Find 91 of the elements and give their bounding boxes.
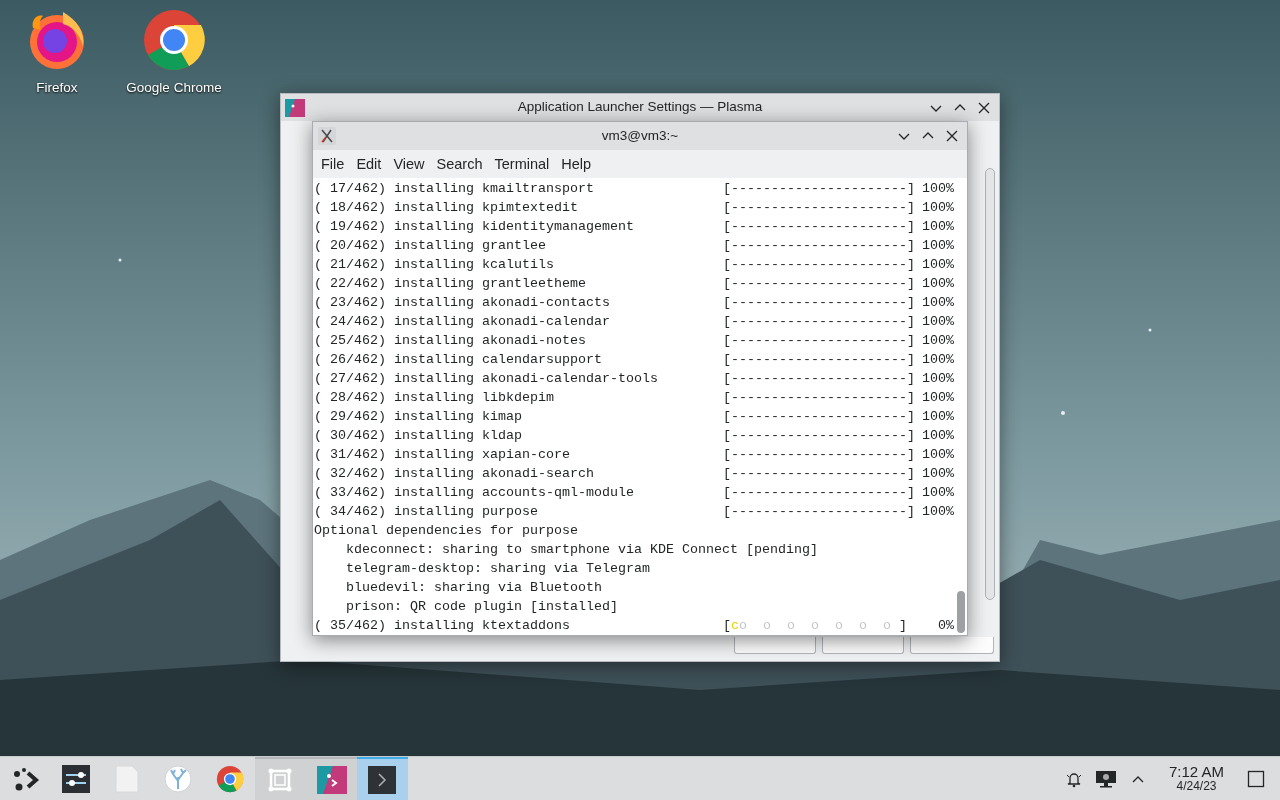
window-title: Application Launcher Settings — Plasma <box>516 98 764 117</box>
progress-dots: o o o o o o o <box>739 617 892 635</box>
terminal-line: ( 22/462) installing grantleetheme <box>314 275 587 293</box>
terminal-line: ( 24/462) installing akonadi-calendar <box>314 313 611 331</box>
progress-percent: 100% <box>921 370 954 388</box>
clock-date[interactable]: 4/24/23 <box>1176 780 1217 793</box>
terminal-line: ( 18/462) installing kpimtextedit <box>314 199 579 217</box>
scrollbar-thumb[interactable] <box>957 591 965 633</box>
progress-percent: 100% <box>921 237 954 255</box>
terminal-line: ( 32/462) installing akonadi-search <box>314 465 595 483</box>
progress-percent: 100% <box>921 465 954 483</box>
clock-time[interactable]: 7:12 AM <box>1168 764 1224 781</box>
progress-percent: 100% <box>921 275 954 293</box>
progress-bar-text: [----------------------] <box>723 256 915 274</box>
progress-bar-text: [----------------------] <box>723 389 915 407</box>
app-icon <box>285 98 305 117</box>
progress-marker: c <box>731 618 739 633</box>
bracket: [ <box>723 618 731 633</box>
progress-percent: 100% <box>921 332 954 350</box>
menu-item[interactable]: Help <box>555 150 598 178</box>
progress-bar-text: [----------------------] <box>723 370 915 388</box>
bracket: ] <box>899 618 907 633</box>
chrome-icon[interactable] <box>142 8 206 72</box>
progress-bar-text: [----------------------] <box>723 199 915 217</box>
terminal-line: ( 21/462) installing kcalutils <box>314 256 555 274</box>
menu-item[interactable]: Edit <box>350 150 388 178</box>
terminal-line: ( 35/462) installing ktextaddons <box>314 617 571 635</box>
progress-bar-text: [----------------------] <box>723 180 915 198</box>
terminal-line: ( 29/462) installing kimap <box>314 408 523 426</box>
terminal-line: ( 34/462) installing purpose <box>314 503 539 521</box>
progress-bar-text: [----------------------] <box>723 313 915 331</box>
terminal-app-icon <box>318 127 336 145</box>
progress-percent: 100% <box>921 503 954 521</box>
scrollbar[interactable] <box>985 168 995 600</box>
desktop-icon-label[interactable]: Firefox <box>36 78 78 99</box>
progress-bar-text: [----------------------] <box>723 408 915 426</box>
terminal-line: prison: QR code plugin [installed] <box>346 598 618 616</box>
window-title: vm3@vm3:~ <box>600 126 680 145</box>
menu-item[interactable]: Terminal <box>488 150 556 178</box>
progress-bar-text: [----------------------] <box>723 484 915 502</box>
progress-bar-text: [----------------------] <box>723 446 915 464</box>
terminal-icon <box>367 765 398 794</box>
progress-percent: 0% <box>937 617 954 635</box>
progress-percent: 100% <box>921 427 954 445</box>
plasma-settings-icon <box>316 765 347 794</box>
terminal-line: kdeconnect: sharing to smartphone via KDE Connect [pending] <box>346 541 818 559</box>
progress-percent: 100% <box>921 218 954 236</box>
coral-icon <box>163 764 194 793</box>
progress-bar-text: [----------------------] <box>723 237 915 255</box>
terminal-line: ( 27/462) installing akonadi-calendar-tools <box>314 370 659 388</box>
progress-percent: 100% <box>921 294 954 312</box>
display-icon[interactable] <box>1094 769 1117 788</box>
progress-percent: 100% <box>921 313 954 331</box>
show-desktop-button[interactable] <box>1246 769 1266 788</box>
terminal-line: ( 20/462) installing grantlee <box>314 237 547 255</box>
chrome-icon <box>214 764 245 793</box>
progress-bar-text: [----------------------] <box>723 351 915 369</box>
terminal-line: ( 23/462) installing akonadi-contacts <box>314 294 611 312</box>
sliders-icon <box>61 764 92 793</box>
terminal-line: ( 30/462) installing kldap <box>314 427 523 445</box>
progress-bar-text: [----------------------] <box>723 465 915 483</box>
terminal-line: ( 26/462) installing calendarsupport <box>314 351 603 369</box>
terminal-line: ( 33/462) installing accounts-qml-module <box>314 484 635 502</box>
desktop-icon-label[interactable]: Google Chrome <box>126 78 222 99</box>
terminal-line: ( 17/462) installing kmailtransport <box>314 180 595 198</box>
progress-percent: 100% <box>921 180 954 198</box>
progress-bar-text: [----------------------] <box>723 503 915 521</box>
progress-percent: 100% <box>921 408 954 426</box>
progress-percent: 100% <box>921 256 954 274</box>
terminal-line: bluedevil: sharing via Bluetooth <box>346 579 602 597</box>
progress-bar-text: [----------------------] <box>723 294 915 312</box>
progress-bar-text: [----------------------] <box>723 427 915 445</box>
terminal-line: ( 19/462) installing kidentitymanagement <box>314 218 635 236</box>
progress-bar-text: [----------------------] <box>723 275 915 293</box>
menu-item[interactable]: View <box>387 150 431 178</box>
close-icon <box>944 128 960 144</box>
taskbar-item[interactable] <box>357 757 408 800</box>
terminal-line: Optional dependencies for purpose <box>314 522 578 540</box>
terminal-line: telegram-desktop: sharing via Telegram <box>346 560 650 578</box>
progress-percent: 100% <box>921 351 954 369</box>
progress-percent: 100% <box>921 484 954 502</box>
progress-bar-text: [----------------------] <box>723 218 915 236</box>
terminal-line: ( 25/462) installing akonadi-notes <box>314 332 587 350</box>
progress-percent: 100% <box>921 446 954 464</box>
terminal-line: ( 31/462) installing xapian-core <box>314 446 571 464</box>
menu-item[interactable]: Search <box>430 150 489 178</box>
progress-bar-text: [----------------------] <box>723 332 915 350</box>
progress-percent: 100% <box>921 389 954 407</box>
progress-percent: 100% <box>921 199 954 217</box>
menu-item[interactable]: File <box>315 150 351 178</box>
terminal-line: ( 28/462) installing libkdepim <box>314 389 555 407</box>
